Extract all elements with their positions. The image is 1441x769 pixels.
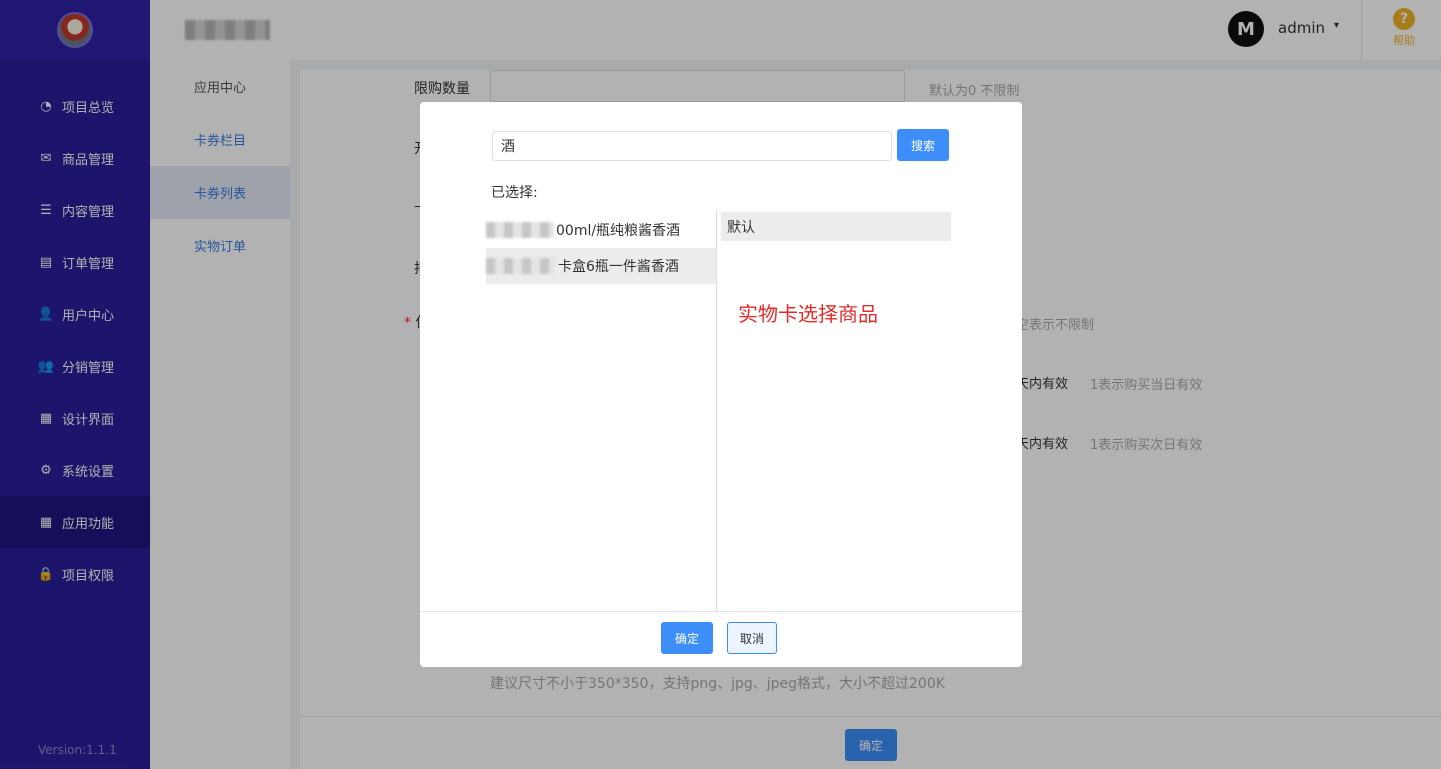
modal-cancel-button[interactable]: 取消 [727,622,777,654]
footer-divider [420,611,1022,612]
product-item-label: 00ml/瓶纯粮酱香酒 [556,223,681,239]
product-item-label: 卡盒6瓶一件酱香酒 [558,259,679,275]
blurred-product-prefix [486,258,556,274]
list-divider [716,210,717,611]
spec-item-default[interactable]: 默认 [721,212,951,241]
product-select-modal: 酒 搜索 已选择: 00ml/瓶纯粮酱香酒 卡盒6瓶一件酱香酒 默认 实物卡选择… [420,102,1022,667]
modal-ok-button[interactable]: 确定 [661,622,713,654]
product-item[interactable]: 00ml/瓶纯粮酱香酒 [486,212,716,248]
annotation-text: 实物卡选择商品 [738,302,878,326]
selected-label: 已选择: [491,185,538,201]
search-button[interactable]: 搜索 [897,129,949,161]
product-list: 00ml/瓶纯粮酱香酒 卡盒6瓶一件酱香酒 [486,210,716,611]
product-item[interactable]: 卡盒6瓶一件酱香酒 [486,248,716,284]
search-input[interactable]: 酒 [492,131,892,161]
blurred-product-prefix [486,222,554,238]
